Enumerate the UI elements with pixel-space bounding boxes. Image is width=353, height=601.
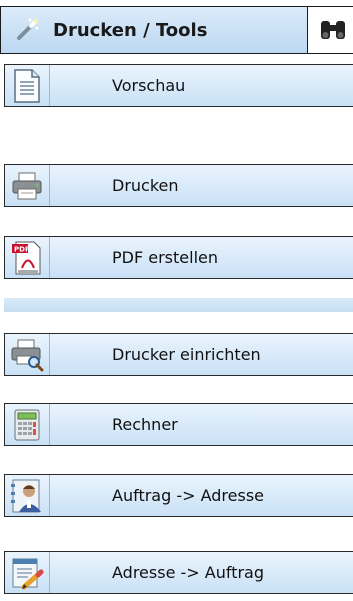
order-to-address-icon [7,474,47,517]
adresse-zu-auftrag-label: Adresse -> Auftrag [112,563,265,582]
adresse-zu-auftrag-button[interactable]: Adresse -> Auftrag [4,551,353,594]
tab-drucken-tools[interactable]: Drucken / Tools [0,6,308,54]
pdf-erstellen-label: PDF erstellen [112,248,219,267]
printer-icon [7,164,47,207]
pdf-icon: PDF [7,236,47,279]
drucken-label: Drucken [112,176,179,195]
pdf-erstellen-button[interactable]: PDF PDF erstellen [4,236,353,279]
auftrag-zu-adresse-label: Auftrag -> Adresse [112,486,265,505]
address-to-order-icon [7,551,47,594]
drucker-einrichten-button[interactable]: Drucker einrichten [4,333,353,376]
printer-setup-icon [7,333,47,376]
drucker-einrichten-label: Drucker einrichten [112,345,261,364]
vorschau-label: Vorschau [112,76,186,95]
vorschau-button[interactable]: Vorschau [4,64,353,107]
auftrag-zu-adresse-button[interactable]: Auftrag -> Adresse [4,474,353,517]
rechner-button[interactable]: Rechner [4,403,353,446]
magic-wand-icon [17,18,39,40]
calculator-icon [7,403,47,446]
document-preview-icon [7,64,47,107]
rechner-label: Rechner [112,415,178,434]
binoculars-icon [321,21,345,39]
tab-strip: Drucken / Tools [0,6,353,56]
svg-text:PDF: PDF [14,245,30,253]
tab-search[interactable] [308,6,353,54]
tab-drucken-tools-label: Drucken / Tools [53,19,208,41]
tools-panel: Drucken / Tools Vorschau Drucken PDF PDF… [0,0,353,601]
drucken-button[interactable]: Drucken [4,164,353,207]
group-separator [4,298,353,312]
